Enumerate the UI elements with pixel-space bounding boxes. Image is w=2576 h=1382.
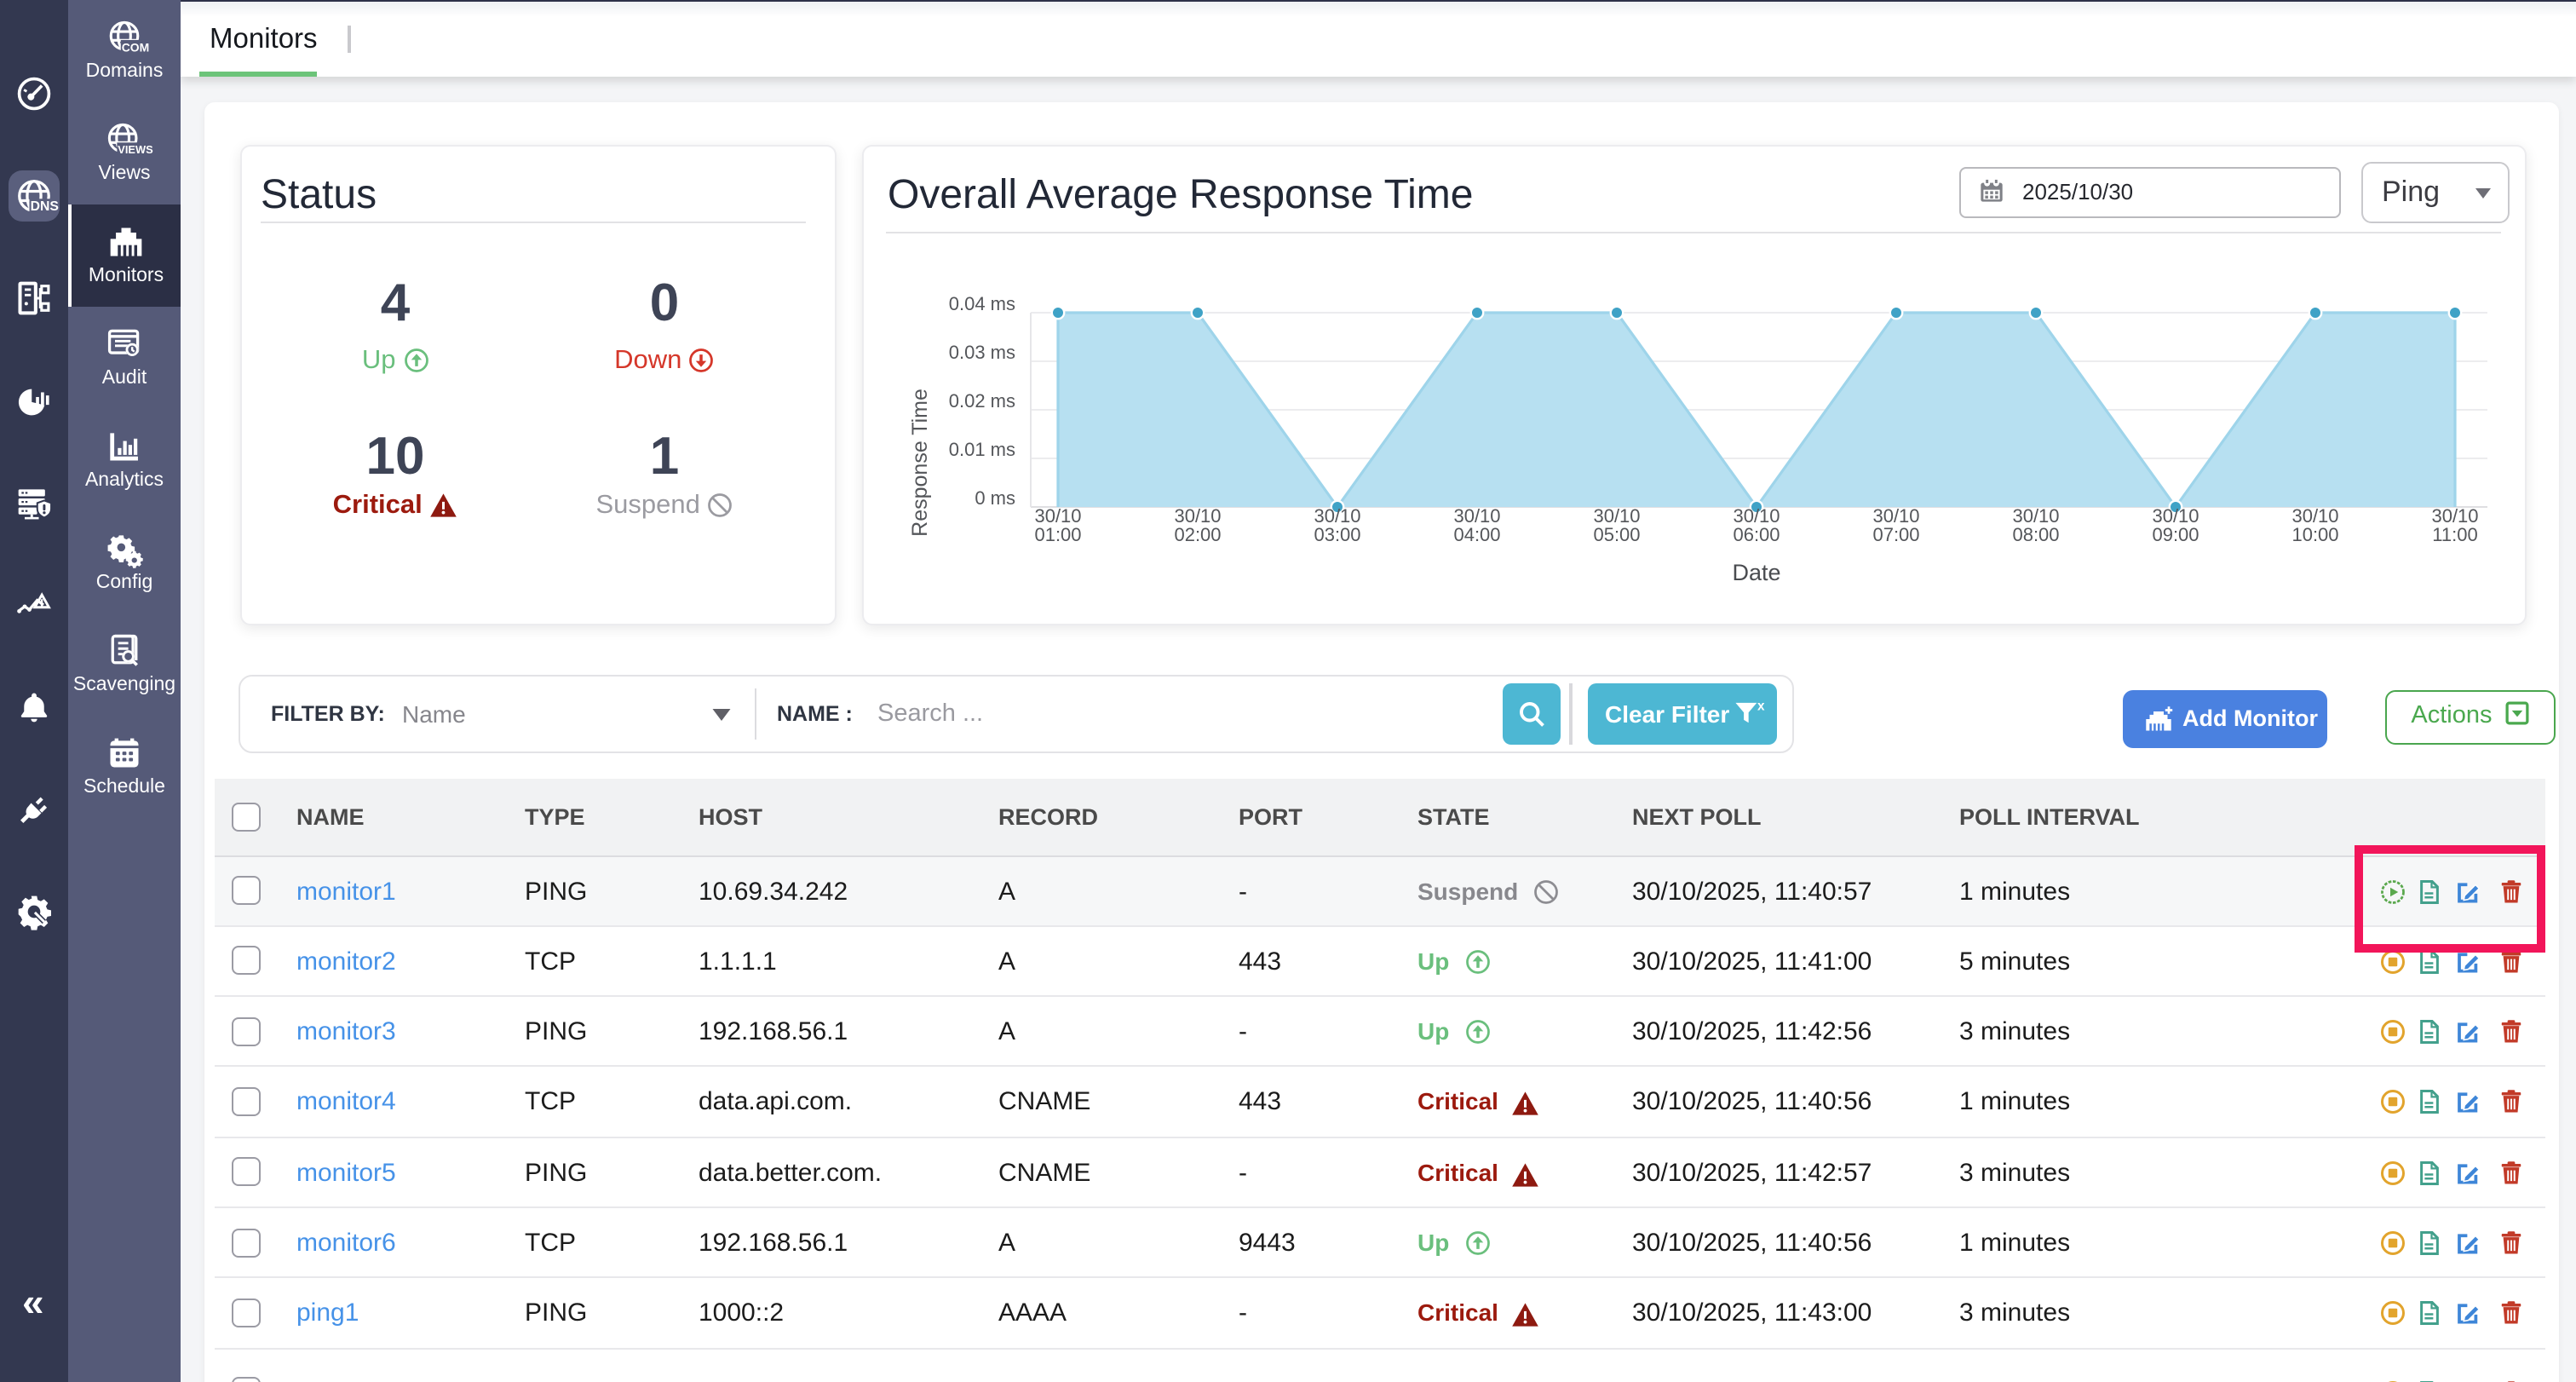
- svg-text:01:00: 01:00: [1034, 524, 1081, 545]
- svg-text:0 ms: 0 ms: [975, 487, 1015, 509]
- svg-text:08:00: 08:00: [2012, 524, 2059, 545]
- svg-text:x: x: [1757, 700, 1765, 714]
- svg-text:03:00: 03:00: [1314, 524, 1360, 545]
- svg-text:11:00: 11:00: [2432, 524, 2477, 545]
- svg-text:0.02 ms: 0.02 ms: [949, 390, 1015, 412]
- svg-text:0.01 ms: 0.01 ms: [949, 439, 1015, 460]
- svg-text:Response Time: Response Time: [908, 389, 932, 537]
- svg-text:0.04 ms: 0.04 ms: [949, 293, 1015, 314]
- svg-text:VIEWS: VIEWS: [118, 143, 153, 156]
- svg-text:09:00: 09:00: [2152, 524, 2199, 545]
- svg-text:05:00: 05:00: [1593, 524, 1640, 545]
- svg-text:Date: Date: [1732, 560, 1780, 585]
- svg-text:10:00: 10:00: [2291, 524, 2338, 545]
- svg-text:02:00: 02:00: [1174, 524, 1221, 545]
- svg-text:07:00: 07:00: [1872, 524, 1919, 545]
- svg-text:COM: COM: [122, 40, 149, 54]
- svg-text:DNS: DNS: [31, 199, 59, 214]
- svg-text:04:00: 04:00: [1453, 524, 1500, 545]
- svg-text:06:00: 06:00: [1733, 524, 1780, 545]
- svg-text:0.03 ms: 0.03 ms: [949, 342, 1015, 363]
